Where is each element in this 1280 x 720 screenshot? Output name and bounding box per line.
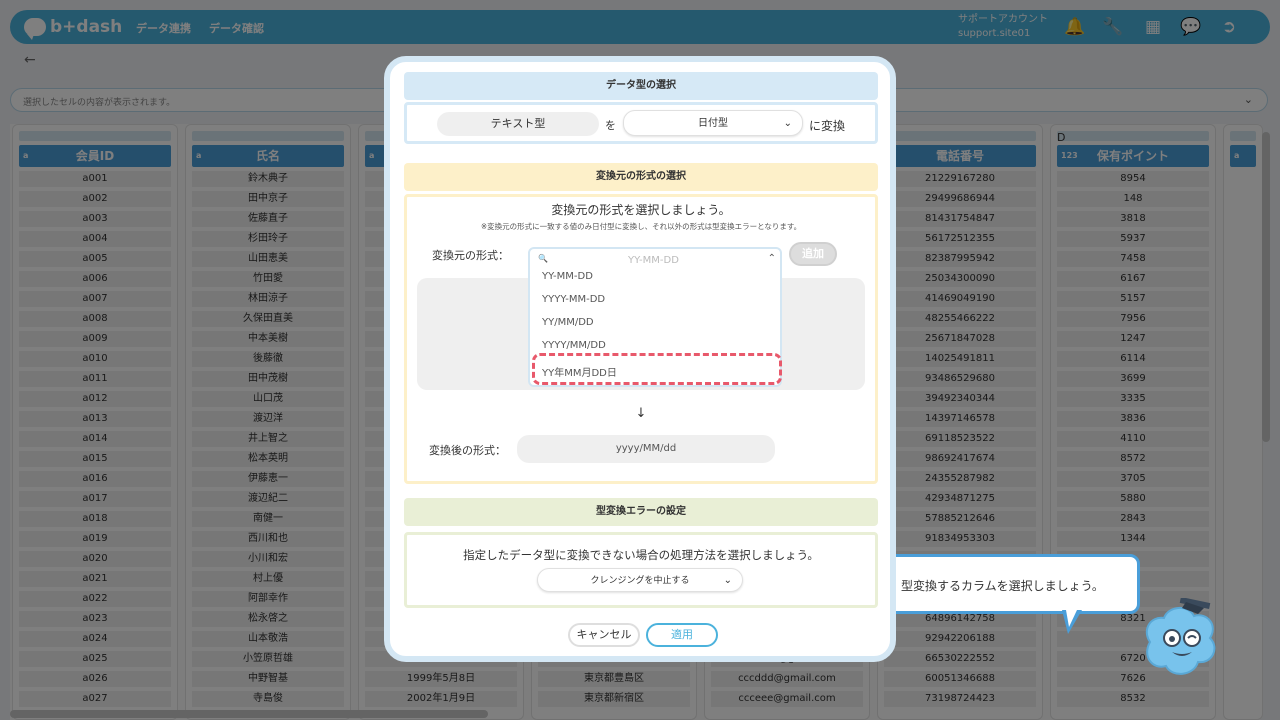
error-setting-heading: 指定したデータ型に変換できない場合の処理方法を選択しましょう。 (463, 548, 819, 562)
target-type-select[interactable]: 日付型 ⌄ (623, 110, 803, 136)
source-type-field: テキスト型 (437, 112, 599, 136)
highlight-frame (532, 353, 782, 385)
error-handling-value: クレンジングを中止する (590, 576, 690, 586)
chevron-down-icon: ⌄ (723, 575, 732, 586)
down-arrow-icon: ↓ (635, 406, 647, 421)
apply-label: 適用 (671, 628, 693, 641)
dropdown-search-placeholder: YY-MM-DD (628, 255, 679, 266)
source-format-label: 変換元の形式： (432, 249, 509, 262)
chevron-down-icon: ⌄ (783, 118, 792, 129)
search-icon: 🔍 (538, 254, 548, 263)
result-format-field: yyyy/MM/dd (517, 435, 775, 463)
source-format-note: ※変換元の形式に一致する値のみ日付型に変換し、それ以外の形式は型変換エラーとなり… (480, 222, 802, 231)
add-format-button[interactable]: 追加 (789, 242, 837, 266)
data-type-section-header: データ型の選択 (404, 72, 878, 100)
apply-button[interactable]: 適用 (646, 623, 718, 647)
help-bubble-tail (1062, 610, 1082, 634)
result-format-value: yyyy/MM/dd (615, 443, 677, 454)
result-format-label: 変換後の形式： (429, 444, 506, 457)
mascot-icon (1145, 598, 1216, 675)
particle-wo: を (605, 119, 616, 132)
data-type-section-title: データ型の選択 (606, 80, 676, 91)
error-handling-select[interactable]: クレンジングを中止する ⌄ (537, 568, 743, 592)
format-option[interactable]: YY-MM-DD (542, 271, 593, 282)
convert-suffix: に変換 (809, 119, 846, 133)
format-option[interactable]: YY/MM/DD (542, 317, 594, 328)
help-message: 型変換するカラムを選択しましょう。 (901, 579, 1104, 593)
add-format-label: 追加 (802, 247, 824, 260)
format-option[interactable]: YYYY/MM/DD (542, 340, 606, 351)
error-setting-section-header: 型変換エラーの設定 (404, 498, 878, 526)
error-setting-section: 指定したデータ型に変換できない場合の処理方法を選択しましょう。 クレンジングを中… (404, 532, 878, 608)
source-format-dropdown[interactable]: 🔍 YY-MM-DD ⌃ YY-MM-DD YYYY-MM-DD YY/MM/D… (528, 247, 782, 387)
dropdown-search[interactable]: 🔍 YY-MM-DD ⌃ (536, 253, 778, 269)
cancel-label: キャンセル (576, 628, 632, 641)
format-option[interactable]: YYYY-MM-DD (542, 294, 605, 305)
source-format-section-title: 変換元の形式の選択 (596, 171, 686, 182)
source-format-heading: 変換元の形式を選択しましょう。 (551, 203, 731, 217)
data-type-section: テキスト型 を 日付型 ⌄ に変換 (404, 102, 878, 144)
chevron-up-icon[interactable]: ⌃ (768, 253, 776, 264)
source-type-value: テキスト型 (490, 117, 546, 130)
cancel-button[interactable]: キャンセル (568, 623, 640, 647)
type-conversion-dialog: データ型の選択 テキスト型 を 日付型 ⌄ に変換 変換元の形式の選択 変換元の… (384, 56, 896, 662)
source-format-section-header: 変換元の形式の選択 (404, 163, 878, 191)
target-type-value: 日付型 (698, 118, 728, 129)
help-bubble: 型変換するカラムを選択しましょう。 (876, 554, 1140, 614)
error-setting-section-title: 型変換エラーの設定 (596, 506, 686, 517)
